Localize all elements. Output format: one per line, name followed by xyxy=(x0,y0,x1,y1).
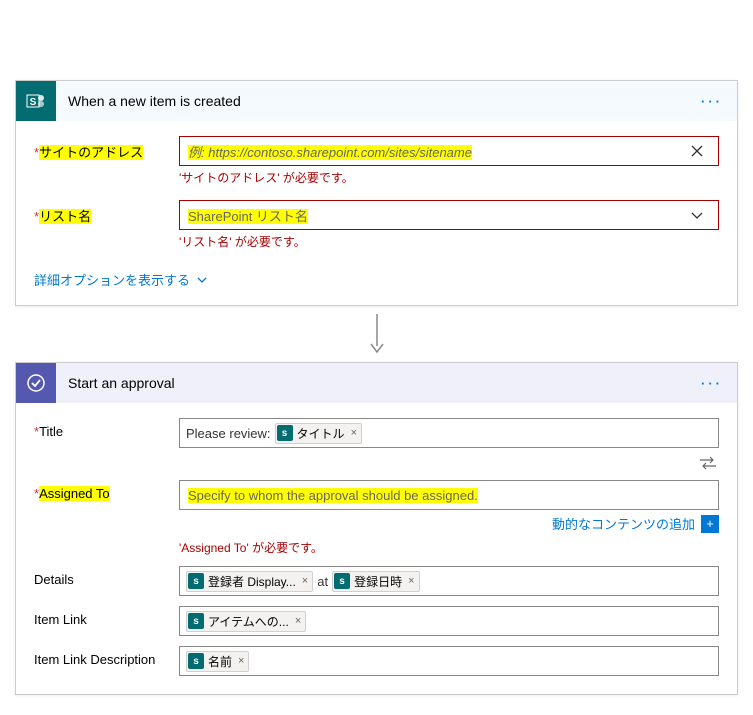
sharepoint-icon: S xyxy=(16,81,56,121)
assigned-to-error: 'Assigned To' が必要です。 xyxy=(179,539,719,556)
token-remove-icon[interactable]: × xyxy=(293,615,301,627)
item-link-desc-row: Item Link Description s 名前 × xyxy=(34,646,719,676)
trigger-title: When a new item is created xyxy=(56,93,701,109)
token-remove-icon[interactable]: × xyxy=(236,655,244,667)
token-registrant[interactable]: s 登録者 Display... × xyxy=(186,571,313,592)
item-link-desc-input[interactable]: s 名前 × xyxy=(179,646,719,676)
site-address-label: *サイトのアドレス xyxy=(34,136,179,161)
item-link-label: Item Link xyxy=(34,606,179,627)
dynamic-content-add-button[interactable]: + xyxy=(701,515,719,533)
assigned-to-label: *Assigned To xyxy=(34,480,179,501)
title-input[interactable]: Please review: s タイトル × xyxy=(179,418,719,448)
token-remove-icon[interactable]: × xyxy=(300,575,308,587)
token-itemlink[interactable]: s アイテムへの... × xyxy=(186,611,306,632)
assigned-to-input[interactable]: Specify to whom the approval should be a… xyxy=(179,480,719,510)
list-name-error: 'リスト名' が必要です。 xyxy=(179,233,719,250)
action-card: Start an approval ··· *Title Please revi… xyxy=(15,362,738,695)
approval-icon xyxy=(16,363,56,403)
item-link-input[interactable]: s アイテムへの... × xyxy=(179,606,719,636)
action-menu-button[interactable]: ··· xyxy=(701,376,737,391)
title-row: *Title Please review: s タイトル × xyxy=(34,418,719,448)
site-address-error: 'サイトのアドレス' が必要です。 xyxy=(179,169,719,186)
trigger-card: S When a new item is created ··· *サイトのアド… xyxy=(15,80,738,306)
swap-button[interactable] xyxy=(34,452,719,480)
item-link-desc-label: Item Link Description xyxy=(34,646,179,667)
list-name-label: *リスト名 xyxy=(34,200,179,225)
title-label: *Title xyxy=(34,418,179,439)
site-address-input[interactable]: 例: https://contoso.sharepoint.com/sites/… xyxy=(179,136,719,166)
details-label: Details xyxy=(34,566,179,587)
site-address-row: *サイトのアドレス 例: https://contoso.sharepoint.… xyxy=(34,136,719,196)
action-body: *Title Please review: s タイトル × xyxy=(16,403,737,694)
assigned-to-row: *Assigned To Specify to whom the approva… xyxy=(34,480,719,510)
flow-arrow xyxy=(15,306,738,362)
chevron-down-icon[interactable] xyxy=(690,208,710,222)
trigger-header: S When a new item is created ··· xyxy=(16,81,737,121)
svg-text:S: S xyxy=(30,97,37,108)
list-name-row: *リスト名 SharePoint リスト名 'リスト名' が必要です。 xyxy=(34,200,719,260)
details-row: Details s 登録者 Display... × at s 登録日時 × xyxy=(34,566,719,596)
trigger-menu-button[interactable]: ··· xyxy=(701,94,737,109)
item-link-row: Item Link s アイテムへの... × xyxy=(34,606,719,636)
advanced-options-toggle[interactable]: 詳細オプションを表示する xyxy=(34,264,208,291)
trigger-body: *サイトのアドレス 例: https://contoso.sharepoint.… xyxy=(16,121,737,305)
dynamic-content-link[interactable]: 動的なコンテンツの追加 xyxy=(552,514,695,533)
action-title: Start an approval xyxy=(56,375,701,391)
token-title[interactable]: s タイトル × xyxy=(275,423,362,444)
token-regdate[interactable]: s 登録日時 × xyxy=(332,571,419,592)
chevron-down-icon xyxy=(196,274,208,286)
list-name-input[interactable]: SharePoint リスト名 xyxy=(179,200,719,230)
details-input[interactable]: s 登録者 Display... × at s 登録日時 × xyxy=(179,566,719,596)
token-remove-icon[interactable]: × xyxy=(349,427,357,439)
token-remove-icon[interactable]: × xyxy=(406,575,414,587)
clear-icon[interactable] xyxy=(690,144,710,158)
token-name[interactable]: s 名前 × xyxy=(186,651,249,672)
action-header: Start an approval ··· xyxy=(16,363,737,403)
